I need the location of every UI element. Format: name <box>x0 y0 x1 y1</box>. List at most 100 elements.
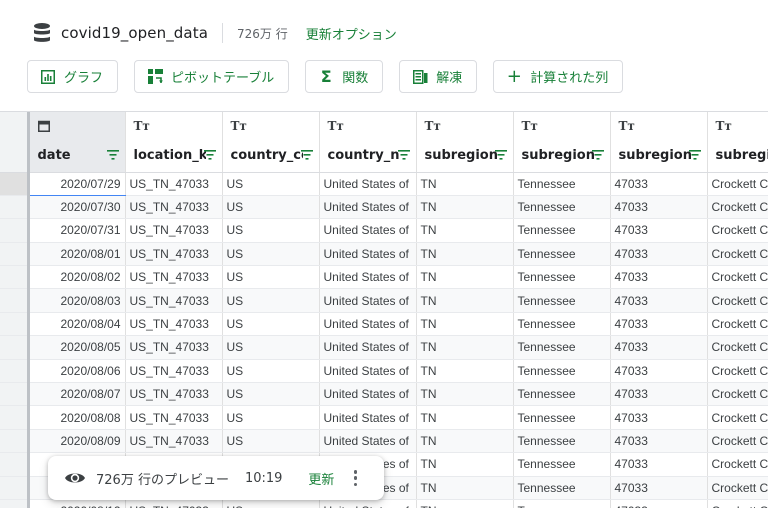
filter-icon[interactable] <box>591 150 604 160</box>
country-code-cell[interactable]: US <box>222 359 320 384</box>
row-index-cell[interactable] <box>0 476 30 500</box>
row-index-cell[interactable] <box>0 382 30 407</box>
location-key-cell[interactable]: US_TN_47033 <box>125 382 223 407</box>
subregion2-code-cell[interactable]: 47033 <box>610 452 708 477</box>
country-code-cell[interactable]: US <box>222 499 320 508</box>
subregion2-code-cell[interactable]: 47033 <box>610 312 708 337</box>
extract-button[interactable]: 解凍 <box>399 60 478 93</box>
country-code-cell[interactable]: US <box>222 405 320 430</box>
toast-refresh-button[interactable]: 更新 <box>308 469 334 488</box>
subregion2-name-cell[interactable]: Crockett C <box>707 429 768 454</box>
date-cell[interactable]: 2020/08/03 <box>28 288 126 313</box>
subregion1-name-cell[interactable]: Tennessee <box>513 172 611 196</box>
country-name-cell[interactable]: United States of <box>319 429 417 454</box>
country-code-cell[interactable]: US <box>222 288 320 313</box>
subregion2-name-cell[interactable]: Crockett C <box>707 265 768 290</box>
country-name-cell[interactable]: United States of <box>319 405 417 430</box>
filter-icon[interactable] <box>106 150 119 160</box>
row-index-cell[interactable] <box>0 312 30 337</box>
subregion1-code-cell[interactable]: TN <box>416 382 514 407</box>
filter-icon[interactable] <box>688 150 701 160</box>
row-index-cell[interactable] <box>0 499 30 508</box>
subregion2-name-cell[interactable]: Crockett C <box>707 288 768 313</box>
country-code-cell[interactable]: US <box>222 218 320 243</box>
country-code-cell[interactable]: US <box>222 335 320 360</box>
subregion1-code-cell[interactable]: TN <box>416 312 514 337</box>
subregion2-name-cell[interactable]: Crockett C <box>707 499 768 508</box>
date-cell[interactable]: 2020/08/04 <box>28 312 126 337</box>
location-key-cell[interactable]: US_TN_47033 <box>125 265 223 290</box>
location-key-cell[interactable]: US_TN_47033 <box>125 172 223 196</box>
country-code-cell[interactable]: US <box>222 265 320 290</box>
subregion2-code-cell[interactable]: 47033 <box>610 382 708 407</box>
location-key-cell[interactable]: US_TN_47033 <box>125 312 223 337</box>
subregion1-name-cell[interactable]: Tennessee <box>513 452 611 477</box>
subregion1-code-cell[interactable]: TN <box>416 218 514 243</box>
subregion1-name-cell[interactable]: Tennessee <box>513 429 611 454</box>
country-code-cell[interactable]: US <box>222 429 320 454</box>
column-header-subregion1-code[interactable]: Tт subregion1 <box>416 112 514 173</box>
date-cell[interactable]: 2020/08/01 <box>28 242 126 267</box>
subregion1-name-cell[interactable]: Tennessee <box>513 359 611 384</box>
column-header-subregion2-code[interactable]: Tт subregion2 <box>610 112 708 173</box>
country-name-cell[interactable]: United States of <box>319 382 417 407</box>
location-key-cell[interactable]: US_TN_47033 <box>125 218 223 243</box>
subregion2-name-cell[interactable]: Crockett C <box>707 312 768 337</box>
subregion1-code-cell[interactable]: TN <box>416 452 514 477</box>
filter-icon[interactable] <box>300 150 313 160</box>
chart-button[interactable]: グラフ <box>27 60 119 93</box>
subregion2-code-cell[interactable]: 47033 <box>610 499 708 508</box>
subregion2-code-cell[interactable]: 47033 <box>610 172 708 196</box>
country-code-cell[interactable]: US <box>222 382 320 407</box>
location-key-cell[interactable]: US_TN_47033 <box>125 335 223 360</box>
date-cell[interactable]: 2020/08/02 <box>28 265 126 290</box>
subregion2-code-cell[interactable]: 47033 <box>610 288 708 313</box>
subregion1-code-cell[interactable]: TN <box>416 288 514 313</box>
location-key-cell[interactable]: US_TN_47033 <box>125 405 223 430</box>
subregion1-name-cell[interactable]: Tennessee <box>513 335 611 360</box>
date-cell[interactable]: 2020/08/09 <box>28 429 126 454</box>
column-header-date[interactable]: date <box>28 112 126 173</box>
subregion2-name-cell[interactable]: Crockett C <box>707 218 768 243</box>
country-name-cell[interactable]: United States of <box>319 265 417 290</box>
country-name-cell[interactable]: United States of <box>319 218 417 243</box>
date-cell[interactable]: 2020/08/07 <box>28 382 126 407</box>
location-key-cell[interactable]: US_TN_47033 <box>125 242 223 267</box>
filter-icon[interactable] <box>494 150 507 160</box>
subregion2-name-cell[interactable]: Crockett C <box>707 242 768 267</box>
date-cell[interactable]: 2020/08/06 <box>28 359 126 384</box>
subregion1-code-cell[interactable]: TN <box>416 405 514 430</box>
subregion1-code-cell[interactable]: TN <box>416 242 514 267</box>
country-name-cell[interactable]: United States of <box>319 359 417 384</box>
subregion1-name-cell[interactable]: Tennessee <box>513 265 611 290</box>
subregion1-name-cell[interactable]: Tennessee <box>513 242 611 267</box>
subregion2-code-cell[interactable]: 47033 <box>610 195 708 220</box>
subregion1-code-cell[interactable]: TN <box>416 335 514 360</box>
row-index-cell[interactable] <box>0 359 30 384</box>
subregion2-name-cell[interactable]: Crockett C <box>707 452 768 477</box>
row-index-cell[interactable] <box>0 242 30 267</box>
country-code-cell[interactable]: US <box>222 312 320 337</box>
function-button[interactable]: Σ 関数 <box>305 60 384 93</box>
subregion1-name-cell[interactable]: Tennessee <box>513 312 611 337</box>
column-header-country-code[interactable]: Tт country_co <box>222 112 320 173</box>
date-cell[interactable]: 2020/08/05 <box>28 335 126 360</box>
subregion2-name-cell[interactable]: Crockett C <box>707 382 768 407</box>
subregion2-code-cell[interactable]: 47033 <box>610 335 708 360</box>
subregion1-name-cell[interactable]: Tennessee <box>513 499 611 508</box>
date-cell[interactable]: 2020/08/08 <box>28 405 126 430</box>
row-index-cell[interactable] <box>0 265 30 290</box>
location-key-cell[interactable]: US_TN_47033 <box>125 499 223 508</box>
date-cell[interactable]: 2020/07/29 <box>28 172 126 196</box>
subregion2-code-cell[interactable]: 47033 <box>610 429 708 454</box>
pivot-table-button[interactable]: ピボットテーブル <box>134 60 290 93</box>
country-name-cell[interactable]: United States of <box>319 242 417 267</box>
row-index-cell[interactable] <box>0 405 30 430</box>
subregion2-name-cell[interactable]: Crockett C <box>707 172 768 196</box>
refresh-options-link[interactable]: 更新オプション <box>306 24 397 43</box>
date-cell[interactable]: 2020/08/12 <box>28 499 126 508</box>
row-index-cell[interactable] <box>0 452 30 477</box>
country-name-cell[interactable]: United States of <box>319 195 417 220</box>
row-index-cell[interactable] <box>0 218 30 243</box>
country-name-cell[interactable]: United States of <box>319 172 417 196</box>
